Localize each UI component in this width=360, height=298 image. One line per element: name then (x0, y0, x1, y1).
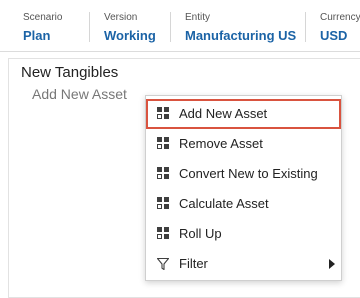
menu-item-label: Filter (179, 256, 208, 271)
grid-icon (157, 107, 169, 119)
menu-item-convert-new-to-existing[interactable]: Convert New to Existing (146, 159, 341, 189)
pov-version-value[interactable]: Working (104, 28, 156, 43)
menu-item-label: Remove Asset (179, 136, 263, 151)
pov-bar: Scenario Plan Version Working Entity Man… (0, 0, 360, 52)
context-menu: Add New Asset Remove Asset Convert New t… (145, 95, 342, 281)
grid-icon (157, 227, 169, 239)
menu-item-roll-up[interactable]: Roll Up (146, 219, 341, 249)
menu-item-add-new-asset[interactable]: Add New Asset (146, 99, 341, 129)
grid-icon (157, 137, 169, 149)
menu-item-label: Roll Up (179, 226, 222, 241)
pov-separator (305, 12, 306, 42)
grid-icon (157, 197, 169, 209)
pov-version-label: Version (104, 12, 138, 23)
menu-item-label: Calculate Asset (179, 196, 269, 211)
menu-item-filter[interactable]: Filter (146, 249, 341, 279)
pov-currency-label: Currency (320, 12, 360, 23)
pov-separator (170, 12, 171, 42)
panel-title: New Tangibles (21, 64, 119, 81)
submenu-arrow-icon (329, 259, 335, 269)
pov-scenario-label: Scenario (23, 12, 63, 23)
menu-item-label: Add New Asset (179, 106, 268, 121)
add-new-asset-row[interactable]: Add New Asset (32, 86, 127, 102)
pov-entity-label: Entity (185, 12, 211, 23)
menu-item-calculate-asset[interactable]: Calculate Asset (146, 189, 341, 219)
pov-entity-value[interactable]: Manufacturing US (185, 28, 296, 43)
menu-item-remove-asset[interactable]: Remove Asset (146, 129, 341, 159)
grid-icon (157, 167, 169, 179)
pov-scenario-value[interactable]: Plan (23, 28, 50, 43)
filter-icon (157, 258, 169, 270)
pov-separator (89, 12, 90, 42)
pov-currency-value[interactable]: USD (320, 28, 347, 43)
menu-item-label: Convert New to Existing (179, 166, 318, 181)
